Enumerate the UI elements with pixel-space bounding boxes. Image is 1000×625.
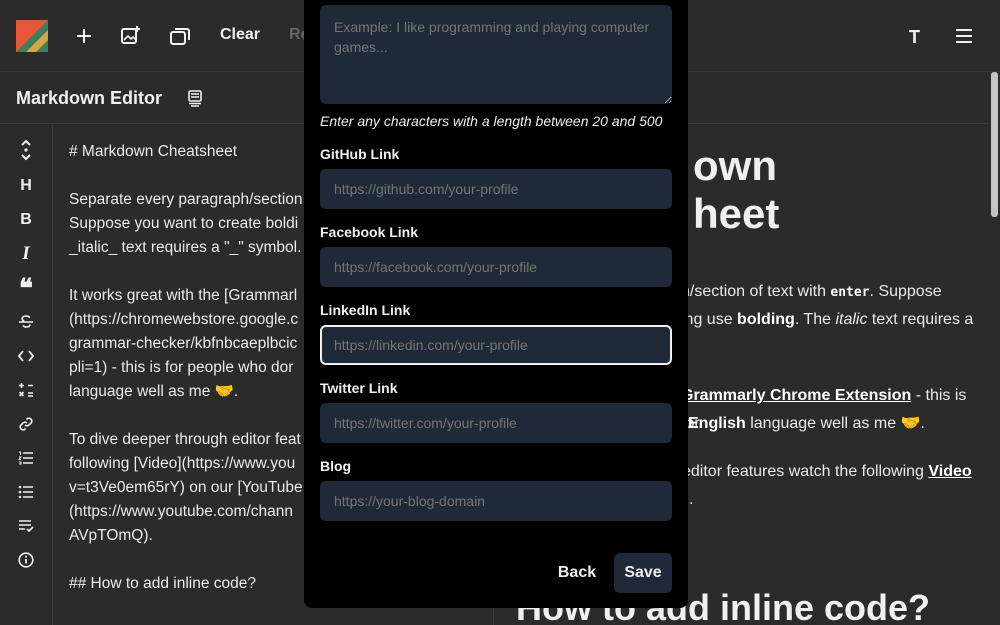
preview-paragraph-2b: English language well as me 🤝. bbox=[688, 415, 925, 432]
preview-heading-line2: heet bbox=[693, 190, 780, 237]
clear-button[interactable]: Clear bbox=[220, 26, 260, 44]
bold-icon[interactable]: B bbox=[14, 208, 38, 232]
save-button[interactable]: Save bbox=[614, 553, 672, 593]
quote-icon[interactable]: ❝ bbox=[14, 275, 38, 301]
expand-collapse-icon[interactable] bbox=[14, 138, 38, 162]
ordered-list-icon[interactable] bbox=[14, 446, 38, 470]
math-operators-icon[interactable] bbox=[14, 378, 38, 402]
linkedin-label: LinkedIn Link bbox=[320, 302, 411, 318]
twitter-label: Twitter Link bbox=[320, 380, 398, 396]
inline-code: enter bbox=[830, 285, 870, 300]
blog-input[interactable] bbox=[320, 481, 672, 521]
preview-paragraph-3a: editor features watch the following Vide… bbox=[682, 463, 972, 480]
github-label: GitHub Link bbox=[320, 146, 400, 162]
video-link[interactable]: Video bbox=[928, 463, 971, 480]
preview-paragraph-3b: . bbox=[689, 491, 694, 508]
theme-toggle-button[interactable]: T bbox=[909, 27, 920, 48]
plus-icon[interactable] bbox=[70, 22, 98, 50]
editor-title: Markdown Editor bbox=[16, 88, 163, 108]
preview-heading-line1: own bbox=[693, 142, 777, 189]
strikethrough-icon[interactable] bbox=[14, 310, 38, 334]
profile-links-modal: Enter any characters with a length betwe… bbox=[304, 0, 688, 608]
twitter-input[interactable] bbox=[320, 403, 672, 443]
formatting-sidebar: H B I ❝ bbox=[0, 124, 53, 625]
about-textarea[interactable] bbox=[320, 5, 672, 104]
link-icon[interactable] bbox=[14, 412, 38, 436]
checklist-icon[interactable] bbox=[14, 514, 38, 538]
facebook-label: Facebook Link bbox=[320, 224, 419, 240]
linkedin-input[interactable] bbox=[320, 325, 672, 365]
back-button[interactable]: Back bbox=[552, 553, 602, 593]
grammarly-link[interactable]: Grammarly Chrome Extension bbox=[681, 387, 911, 404]
preview-paragraph-1a: h/section of text with enter. Suppose bbox=[681, 283, 942, 300]
add-image-icon[interactable] bbox=[117, 22, 145, 50]
facebook-input[interactable] bbox=[320, 247, 672, 287]
preview-toggle-icon[interactable] bbox=[181, 84, 209, 112]
github-input[interactable] bbox=[320, 169, 672, 209]
windows-icon[interactable] bbox=[166, 22, 194, 50]
italic-icon[interactable]: I bbox=[14, 242, 38, 266]
about-hint: Enter any characters with a length betwe… bbox=[320, 113, 663, 129]
scrollbar-thumb[interactable] bbox=[991, 72, 998, 217]
unordered-list-icon[interactable] bbox=[14, 480, 38, 504]
app-logo[interactable] bbox=[16, 20, 48, 52]
heading-icon[interactable]: H bbox=[14, 174, 38, 198]
preview-paragraph-1b: ing use bolding. The italic text require… bbox=[681, 311, 974, 328]
page-scrollbar[interactable] bbox=[989, 72, 1000, 625]
code-icon[interactable] bbox=[14, 344, 38, 368]
blog-label: Blog bbox=[320, 458, 352, 474]
info-icon[interactable] bbox=[14, 548, 38, 572]
menu-icon[interactable] bbox=[950, 22, 978, 50]
